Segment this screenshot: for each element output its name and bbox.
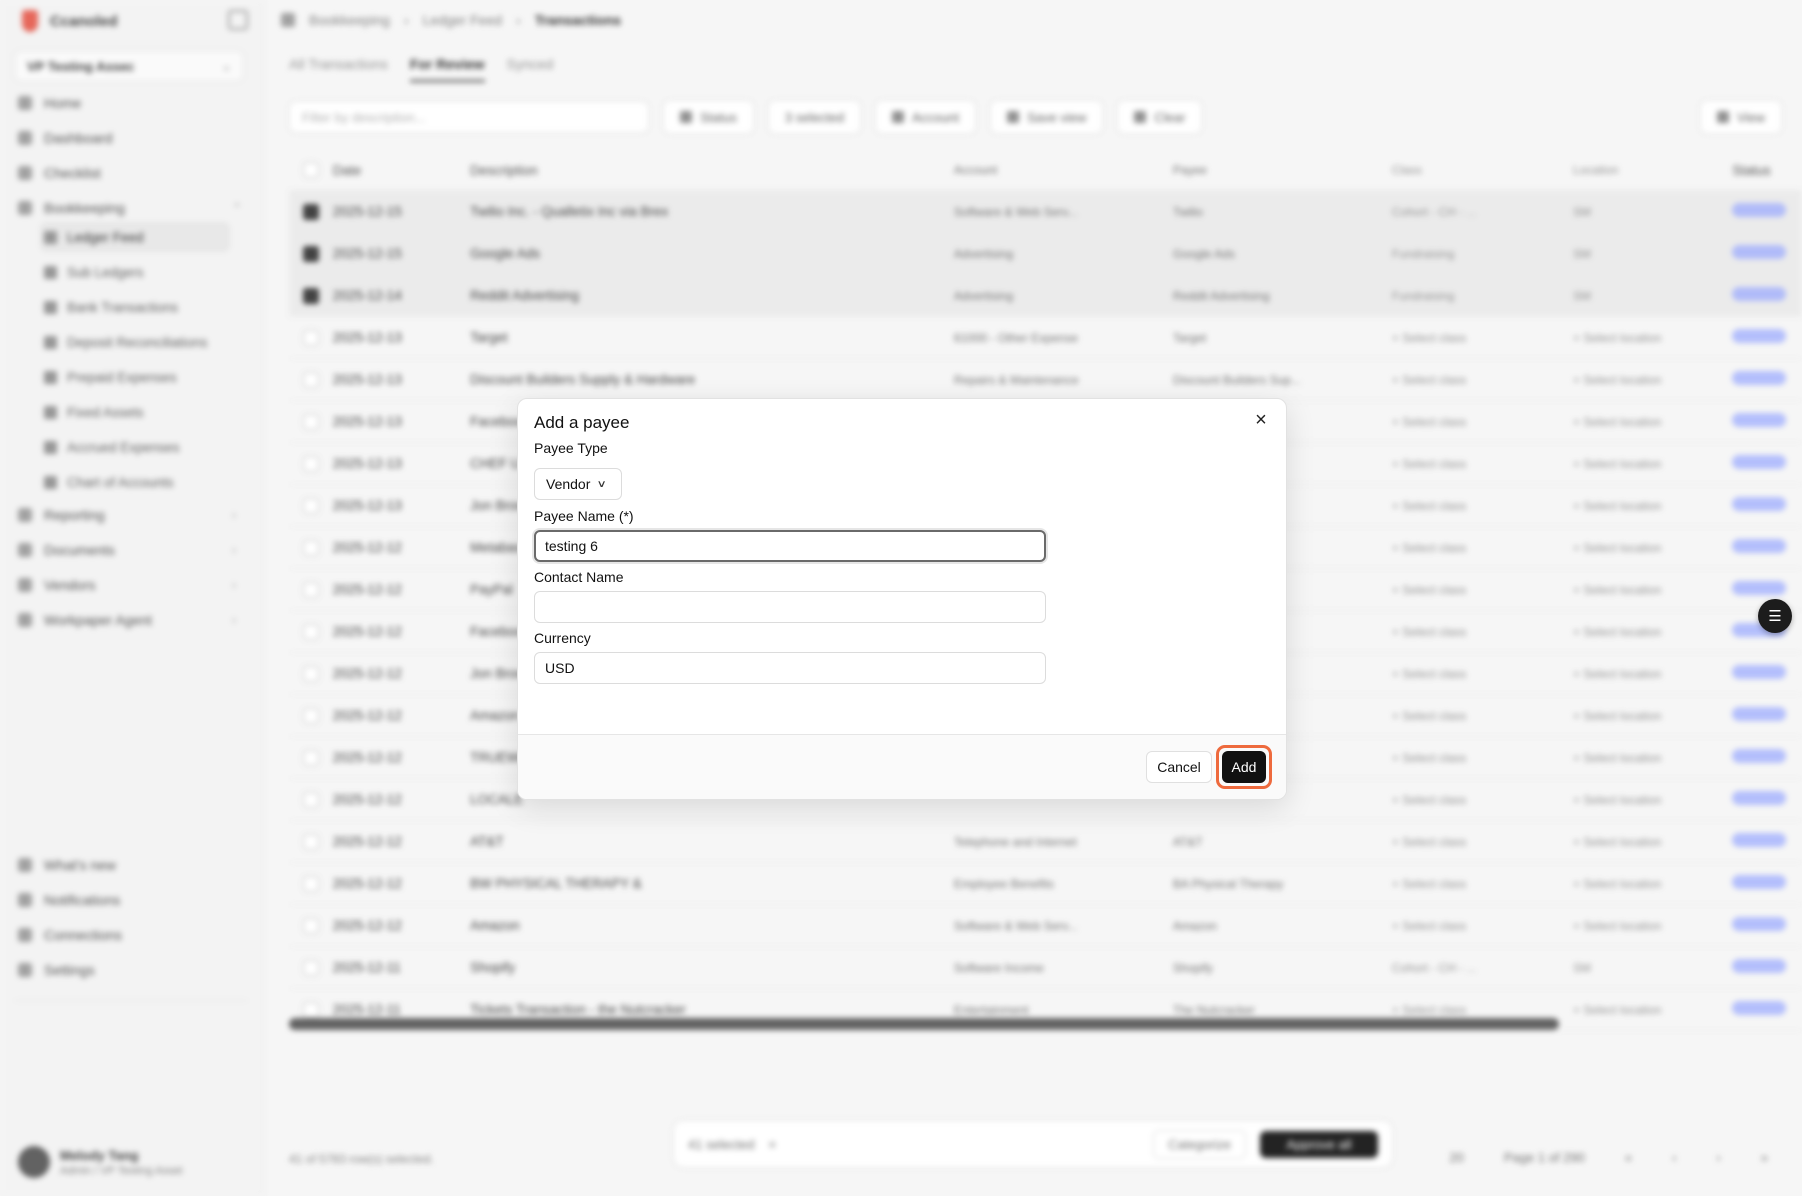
chat-assistant-button[interactable]: ☰ <box>1758 599 1792 633</box>
chevron-down-icon: ∨ <box>596 478 608 490</box>
chat-icon: ☰ <box>1768 608 1782 625</box>
close-icon[interactable]: × <box>1250 409 1272 431</box>
add-button-highlight: Add <box>1216 745 1272 789</box>
dialog-title: Add a payee <box>534 413 630 432</box>
payee-type-label: Payee Type <box>534 440 608 456</box>
currency-input[interactable] <box>534 652 1046 684</box>
cancel-button[interactable]: Cancel <box>1146 751 1212 783</box>
payee-type-value: Vendor <box>546 476 591 492</box>
add-button[interactable]: Add <box>1222 751 1266 783</box>
payee-name-input[interactable] <box>534 530 1046 562</box>
dialog-footer: Cancel Add <box>518 734 1286 799</box>
contact-name-input[interactable] <box>534 591 1046 623</box>
payee-name-label: Payee Name (*) <box>534 508 634 524</box>
payee-type-select[interactable]: Vendor ∨ <box>534 468 622 500</box>
contact-name-label: Contact Name <box>534 569 624 585</box>
add-payee-dialog: Add a payee × Payee Type Vendor ∨ Payee … <box>517 398 1287 800</box>
currency-label: Currency <box>534 630 591 646</box>
